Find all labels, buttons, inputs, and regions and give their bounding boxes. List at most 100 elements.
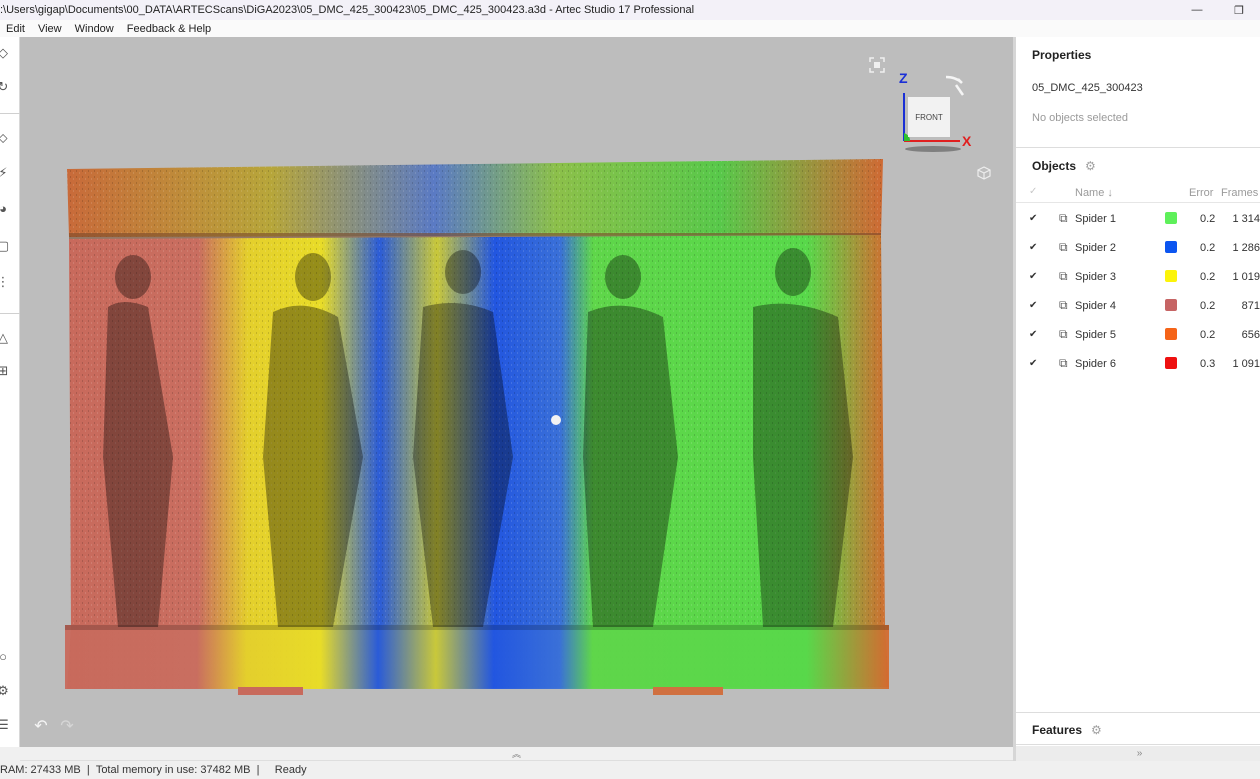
texture-icon[interactable]: ◕ [0,199,12,217]
cleanup-icon[interactable]: △ [0,329,12,347]
object-error: 0.2 [1200,329,1216,341]
toolbar-divider [0,113,20,114]
settings-icon[interactable]: ⚙ [0,682,12,700]
relief-foot-right [653,687,723,695]
object-error: 0.2 [1200,213,1216,225]
scan-icon[interactable]: ◇ [0,44,12,62]
select-all-checkbox[interactable]: ✓ [1029,186,1037,197]
objects-title: Objects [1032,159,1077,173]
objects-table-header: ✓ Name ↓ Error Frames [1016,185,1260,203]
undo-button[interactable]: ↶ [32,717,50,735]
object-color-swatch[interactable] [1165,241,1177,253]
object-row[interactable]: ✔ ⧉ Spider 6 0.3 1 091 [1016,350,1260,379]
visibility-checkbox[interactable]: ✔ [1029,358,1037,369]
menu-feedback-help[interactable]: Feedback & Help [120,23,217,35]
column-error[interactable]: Error [1189,187,1213,199]
object-color-swatch[interactable] [1165,328,1177,340]
object-error: 0.3 [1200,358,1216,370]
left-toolbar: ◇ ↻ ⬦ ⚡ ◕ ▢ ⋮ △ ⊞ ○ ⚙ ☰ [0,37,20,747]
bottom-panel-toggle[interactable]: ︽ [20,747,1013,761]
right-panel-collapse[interactable]: » [1016,746,1260,761]
layers-icon: ⧉ [1059,356,1068,370]
x-axis-label: X [962,133,972,149]
object-name: Spider 3 [1075,271,1116,283]
object-error: 0.2 [1200,242,1216,254]
minimize-button[interactable]: — [1176,0,1218,20]
fit-view-icon[interactable] [869,57,885,73]
info-icon[interactable]: ○ [0,647,12,665]
object-row[interactable]: ✔ ⧉ Spider 4 0.2 871 [1016,292,1260,321]
measures-icon[interactable]: ▢ [0,237,12,255]
layout-icon[interactable]: ⊞ [0,362,12,380]
menu-edit[interactable]: Edit [0,23,31,35]
registration-icon[interactable]: ⚡ [0,164,12,182]
layers-icon: ⧉ [1059,327,1068,341]
rotate-arrows-icon [945,75,965,96]
object-color-swatch[interactable] [1165,212,1177,224]
object-name: Spider 6 [1075,358,1116,370]
properties-title: Properties [1032,48,1092,62]
layers-icon: ⧉ [1059,298,1068,312]
window-controls: — ❐ [1176,0,1260,20]
object-color-swatch[interactable] [1165,270,1177,282]
object-row[interactable]: ✔ ⧉ Spider 3 0.2 1 019 [1016,263,1260,292]
scan-model-sarcophagus-relief[interactable] [63,157,893,722]
status-bar: RAM: 27433 MB | Total memory in use: 374… [0,761,1260,779]
object-error: 0.2 [1200,300,1216,312]
object-row[interactable]: ✔ ⧉ Spider 2 0.2 1 286 [1016,234,1260,263]
app-status: Ready [274,764,307,776]
collapse-right-icon: » [1136,748,1143,759]
menu-bar: Edit View Window Feedback & Help [0,20,1260,37]
total-memory: Total memory in use: 37482 MB [95,764,251,776]
object-name: Spider 1 [1075,213,1116,225]
tools-icon[interactable]: ⬦ [0,129,12,147]
window-title: :\Users\gigap\Documents\00_DATA\ARTECSca… [0,4,695,16]
gizmo-shadow [905,146,961,152]
right-panel: Properties 05_DMC_425_300423 No objects … [1013,37,1260,761]
object-frames: 1 314 [1232,213,1260,225]
layers-icon: ⧉ [1059,240,1068,254]
menu-window[interactable]: Window [68,23,120,35]
undo-icon: ↶ [34,718,48,735]
visibility-checkbox[interactable]: ✔ [1029,242,1037,253]
column-name[interactable]: Name ↓ [1075,187,1113,199]
objects-settings-icon[interactable]: ⚙ [1085,159,1096,173]
selection-status: No objects selected [1032,112,1128,124]
redo-button[interactable]: ↷ [58,717,76,735]
view-cube-icon[interactable] [976,165,992,181]
restore-button[interactable]: ❐ [1218,0,1260,20]
object-row[interactable]: ✔ ⧉ Spider 5 0.2 656 [1016,321,1260,350]
orientation-gizmo[interactable]: Z X FRONT [898,69,978,159]
redo-icon: ↷ [60,718,74,735]
autopilot-icon[interactable]: ↻ [0,78,12,96]
artec-studio-window: :\Users\gigap\Documents\00_DATA\ARTECSca… [0,0,1260,779]
ram-usage: RAM: 27433 MB [0,764,81,776]
visibility-checkbox[interactable]: ✔ [1029,271,1037,282]
object-frames: 871 [1241,300,1260,312]
visibility-checkbox[interactable]: ✔ [1029,329,1037,340]
object-frames: 1 091 [1232,358,1260,370]
object-name: Spider 5 [1075,329,1116,341]
features-settings-icon[interactable]: ⚙ [1091,723,1102,737]
scan-hole [551,415,561,425]
z-axis-label: Z [899,70,908,86]
column-frames[interactable]: Frames [1221,187,1258,199]
3d-viewport[interactable]: Z X FRONT ↶ ↷ [20,37,1013,747]
object-row[interactable]: ✔ ⧉ Spider 1 0.2 1 314 [1016,205,1260,234]
visibility-checkbox[interactable]: ✔ [1029,213,1037,224]
menu-view[interactable]: View [31,23,68,35]
object-color-swatch[interactable] [1165,299,1177,311]
visibility-checkbox[interactable]: ✔ [1029,300,1037,311]
object-frames: 656 [1241,329,1260,341]
expand-up-icon: ︽ [511,749,521,759]
properties-section: Properties 05_DMC_425_300423 No objects … [1016,37,1260,148]
front-face-label[interactable]: FRONT [908,113,950,122]
pattern-icon[interactable]: ⋮ [0,273,12,291]
object-color-swatch[interactable] [1165,357,1177,369]
features-title: Features [1032,723,1083,737]
log-icon[interactable]: ☰ [0,716,12,734]
relief-base [65,625,889,689]
object-frames: 1 019 [1232,271,1260,283]
toolbar-divider [0,313,20,314]
restore-icon: ❐ [1234,4,1244,17]
